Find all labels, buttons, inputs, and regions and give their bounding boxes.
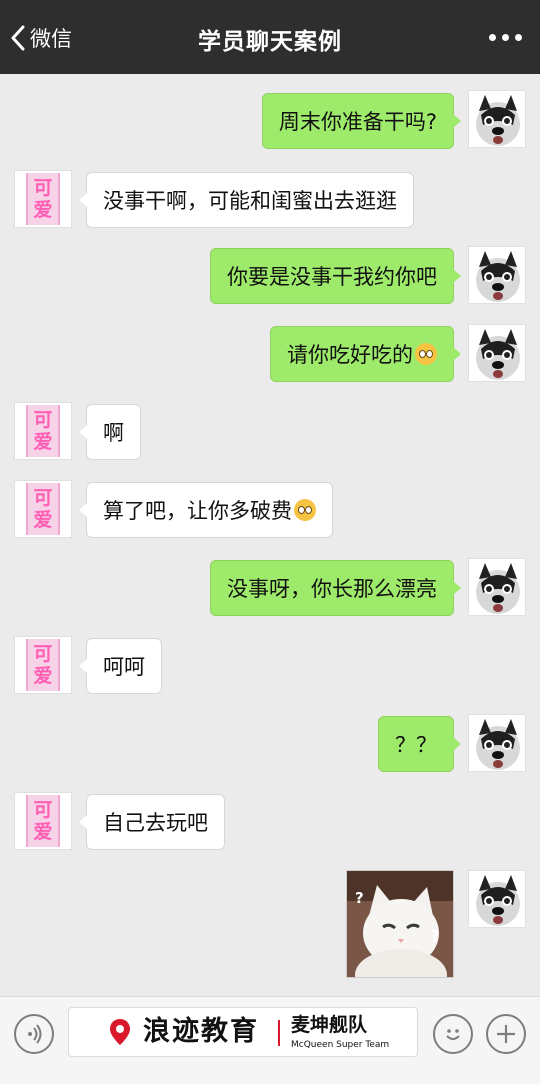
question-mark: ? [431, 927, 440, 945]
cute-avatar[interactable]: 可 爱 [14, 170, 72, 228]
cute-avatar-inner: 可 爱 [26, 405, 60, 457]
sent-bubble[interactable]: 没事呀，你长那么漂亮 [210, 560, 461, 616]
cute-avatar-inner: 可 爱 [26, 483, 60, 535]
sent-bubble[interactable]: 请你吃好吃的 [270, 326, 461, 382]
plus-icon [497, 1025, 515, 1043]
sent-bubble[interactable]: ？？ [378, 716, 461, 772]
cute-avatar[interactable]: 可 爱 [14, 402, 72, 460]
cute-avatar-inner: 可 爱 [26, 795, 60, 847]
avatar-char-top: 可 [33, 177, 53, 199]
husky-avatar[interactable] [468, 324, 526, 382]
question-mark: ? [355, 889, 364, 907]
message-text: 啊 [103, 421, 124, 445]
brand-name: 浪迹教育 [143, 1016, 259, 1047]
cute-avatar-inner: 可 爱 [26, 639, 60, 691]
team-name-cn: 麦坤舰队 [291, 1014, 368, 1036]
input-toolbar: 浪迹教育 麦坤舰队 McQueen Super Team [0, 996, 540, 1084]
received-bubble[interactable]: 啊 [79, 404, 141, 460]
avatar-char-top: 可 [33, 409, 53, 431]
voice-toggle-button[interactable] [14, 1014, 54, 1054]
cute-avatar-inner: 可 爱 [26, 173, 60, 225]
husky-dog-icon [469, 247, 525, 303]
brand-divider [278, 1020, 280, 1046]
avatar-char-top: 可 [33, 487, 53, 509]
smiley-icon [446, 1029, 460, 1040]
dot-icon [515, 34, 522, 41]
confused-cat-icon [347, 871, 453, 977]
avatar-char-top: 可 [33, 643, 53, 665]
husky-avatar[interactable] [468, 246, 526, 304]
received-bubble[interactable]: 没事干啊，可能和闺蜜出去逛逛 [79, 172, 414, 228]
message-text: 呵呵 [103, 655, 145, 679]
team-name-en: McQueen Super Team [291, 1040, 390, 1050]
sent-bubble[interactable]: 你要是没事干我约你吧 [210, 248, 461, 304]
husky-dog-icon [469, 325, 525, 381]
nav-header: 微信 学员聊天案例 [0, 0, 540, 74]
husky-avatar[interactable] [468, 870, 526, 928]
message-text: 自己去玩吧 [103, 811, 208, 835]
dot-icon [489, 34, 496, 41]
add-more-button[interactable] [486, 1014, 526, 1054]
message-text: 算了吧，让你多破费 [103, 499, 292, 523]
received-bubble[interactable]: 自己去玩吧 [79, 794, 225, 850]
cute-avatar-art: 可 爱 [15, 171, 71, 227]
cute-avatar-art: 可 爱 [15, 793, 71, 849]
message-text: 没事呀，你长那么漂亮 [227, 577, 437, 601]
husky-dog-icon [469, 91, 525, 147]
more-options-button[interactable] [489, 34, 522, 41]
emoji-button[interactable] [433, 1014, 473, 1054]
voice-icon [28, 1024, 42, 1044]
husky-dog-icon [469, 871, 525, 927]
cat-sticker-image[interactable]: ? ? [346, 870, 454, 978]
husky-avatar[interactable] [468, 90, 526, 148]
avatar-char-bottom: 爱 [33, 431, 53, 453]
page-title: 学员聊天案例 [198, 29, 342, 55]
location-pin-icon [110, 1019, 130, 1045]
sent-bubble[interactable]: 周末你准备干吗? [261, 93, 462, 149]
avatar-char-bottom: 爱 [33, 509, 53, 531]
message-text: 你要是没事干我约你吧 [227, 265, 437, 289]
avatar-char-bottom: 爱 [33, 665, 53, 687]
chat-area[interactable]: 周末你准备干吗? 可 爱 没事干啊，可能和闺蜜出去逛逛 你要是没事干我约你吧 请… [0, 74, 540, 996]
message-text: 周末你准备干吗? [278, 110, 437, 134]
message-text: ？？ [395, 733, 437, 757]
dot-icon [502, 34, 509, 41]
avatar-char-bottom: 爱 [33, 199, 53, 221]
husky-dog-icon [469, 559, 525, 615]
husky-dog-icon [469, 715, 525, 771]
cute-avatar[interactable]: 可 爱 [14, 636, 72, 694]
avatar-char-bottom: 爱 [33, 821, 53, 843]
brand-banner: 浪迹教育 麦坤舰队 McQueen Super Team [68, 1007, 418, 1057]
message-text: 请你吃好吃的 [287, 343, 413, 367]
cute-avatar-art: 可 爱 [15, 637, 71, 693]
received-bubble[interactable]: 呵呵 [79, 638, 162, 694]
cute-avatar[interactable]: 可 爱 [14, 480, 72, 538]
husky-avatar[interactable] [468, 558, 526, 616]
cute-avatar[interactable]: 可 爱 [14, 792, 72, 850]
flushed-face-icon [294, 499, 316, 521]
avatar-char-top: 可 [33, 799, 53, 821]
drooling-face-icon [415, 343, 437, 365]
cute-avatar-art: 可 爱 [15, 481, 71, 537]
received-bubble[interactable]: 算了吧，让你多破费 [79, 482, 333, 538]
husky-avatar[interactable] [468, 714, 526, 772]
cute-avatar-art: 可 爱 [15, 403, 71, 459]
message-text: 没事干啊，可能和闺蜜出去逛逛 [103, 189, 397, 213]
